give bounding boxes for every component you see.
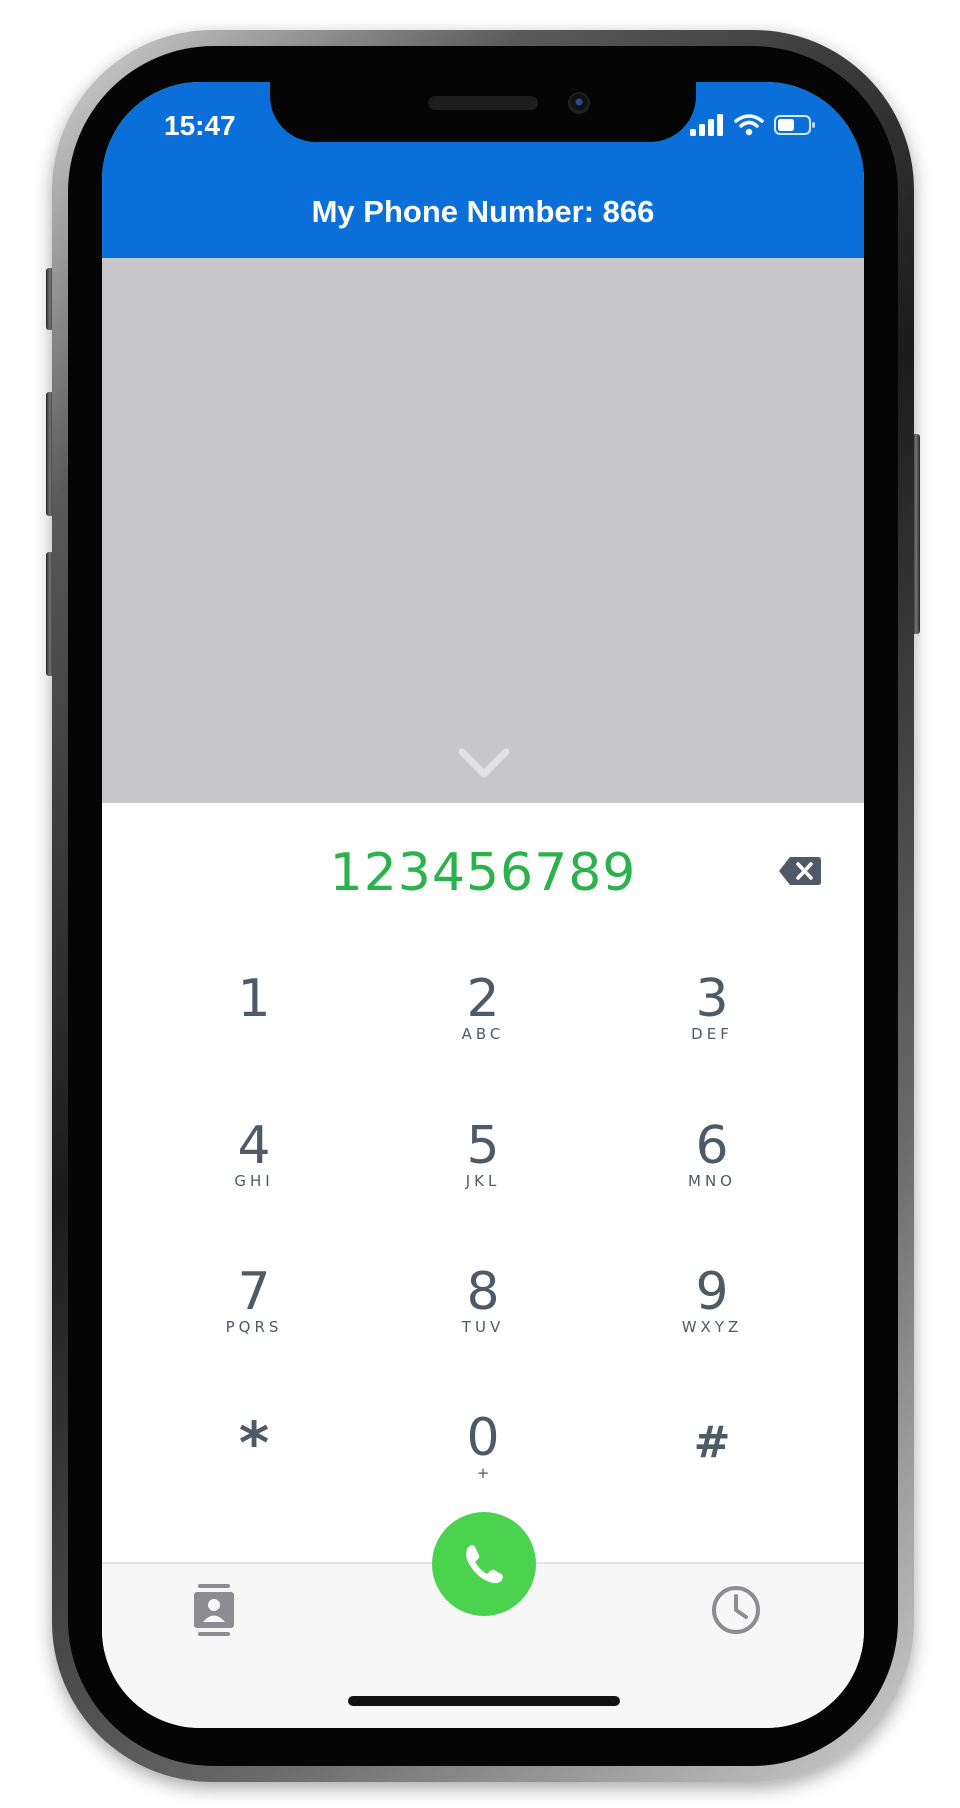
cellular-signal-icon xyxy=(690,114,723,136)
key-letters: TUV xyxy=(461,1318,505,1336)
key-letters: DEF xyxy=(691,1025,733,1043)
key-digit: 2 xyxy=(466,969,500,1029)
key-3[interactable]: 3 DEF xyxy=(642,971,782,1081)
key-digit: 8 xyxy=(466,1262,500,1322)
earpiece-speaker xyxy=(428,96,538,110)
key-2[interactable]: 2 ABC xyxy=(413,971,553,1081)
phone-screen: 15:47 My Phone Number: 866 123456789 1 2… xyxy=(102,82,864,1728)
key-digit: 7 xyxy=(237,1262,271,1322)
keypad: 1 2 ABC 3 DEF 4 GHI 5 JKL 6 MNO 7 PQRS 8… xyxy=(102,803,864,1563)
front-camera xyxy=(568,92,590,114)
key-letters: MNO xyxy=(688,1172,736,1190)
chevron-down-icon[interactable] xyxy=(458,746,510,780)
key-0[interactable]: 0 + xyxy=(413,1410,553,1520)
key-letters: PQRS xyxy=(225,1318,283,1336)
key-7[interactable]: 7 PQRS xyxy=(184,1264,324,1374)
key-digit: 0 xyxy=(466,1408,500,1468)
key-5[interactable]: 5 JKL xyxy=(413,1118,553,1228)
video-area xyxy=(102,258,864,803)
key-letters: WXYZ xyxy=(681,1318,743,1336)
key-letters: + xyxy=(476,1464,490,1482)
key-letters: GHI xyxy=(234,1172,274,1190)
contacts-icon[interactable] xyxy=(192,1584,236,1636)
key-digit: 4 xyxy=(237,1116,271,1176)
dialer-panel: 123456789 1 2 ABC 3 DEF 4 GHI 5 JKL 6 MN… xyxy=(102,803,864,1563)
key-digit: 5 xyxy=(466,1116,500,1176)
call-button[interactable] xyxy=(432,1512,536,1616)
key-star[interactable]: * xyxy=(184,1409,324,1525)
wifi-icon xyxy=(734,114,764,136)
key-digit: # xyxy=(693,1417,731,1468)
stage: 15:47 My Phone Number: 866 123456789 1 2… xyxy=(0,0,960,1808)
notch xyxy=(270,82,696,142)
battery-icon xyxy=(774,115,815,135)
key-8[interactable]: 8 TUV xyxy=(413,1264,553,1374)
key-hash[interactable]: # xyxy=(642,1415,782,1525)
home-indicator[interactable] xyxy=(348,1696,620,1706)
key-digit: 9 xyxy=(695,1262,729,1322)
key-letters: JKL xyxy=(465,1172,501,1190)
key-digit: 3 xyxy=(695,969,729,1029)
key-6[interactable]: 6 MNO xyxy=(642,1118,782,1228)
key-9[interactable]: 9 WXYZ xyxy=(642,1264,782,1374)
key-digit: 1 xyxy=(237,969,271,1029)
key-digit: 6 xyxy=(695,1116,729,1176)
page-title: My Phone Number: 866 xyxy=(311,194,655,229)
key-digit: * xyxy=(238,1409,270,1477)
phone-icon xyxy=(466,1545,503,1584)
status-icons xyxy=(690,114,816,136)
status-time: 15:47 xyxy=(164,110,236,141)
clock-icon[interactable] xyxy=(710,1584,762,1636)
key-4[interactable]: 4 GHI xyxy=(184,1118,324,1228)
key-letters: ABC xyxy=(461,1025,505,1043)
key-1[interactable]: 1 xyxy=(184,971,324,1081)
